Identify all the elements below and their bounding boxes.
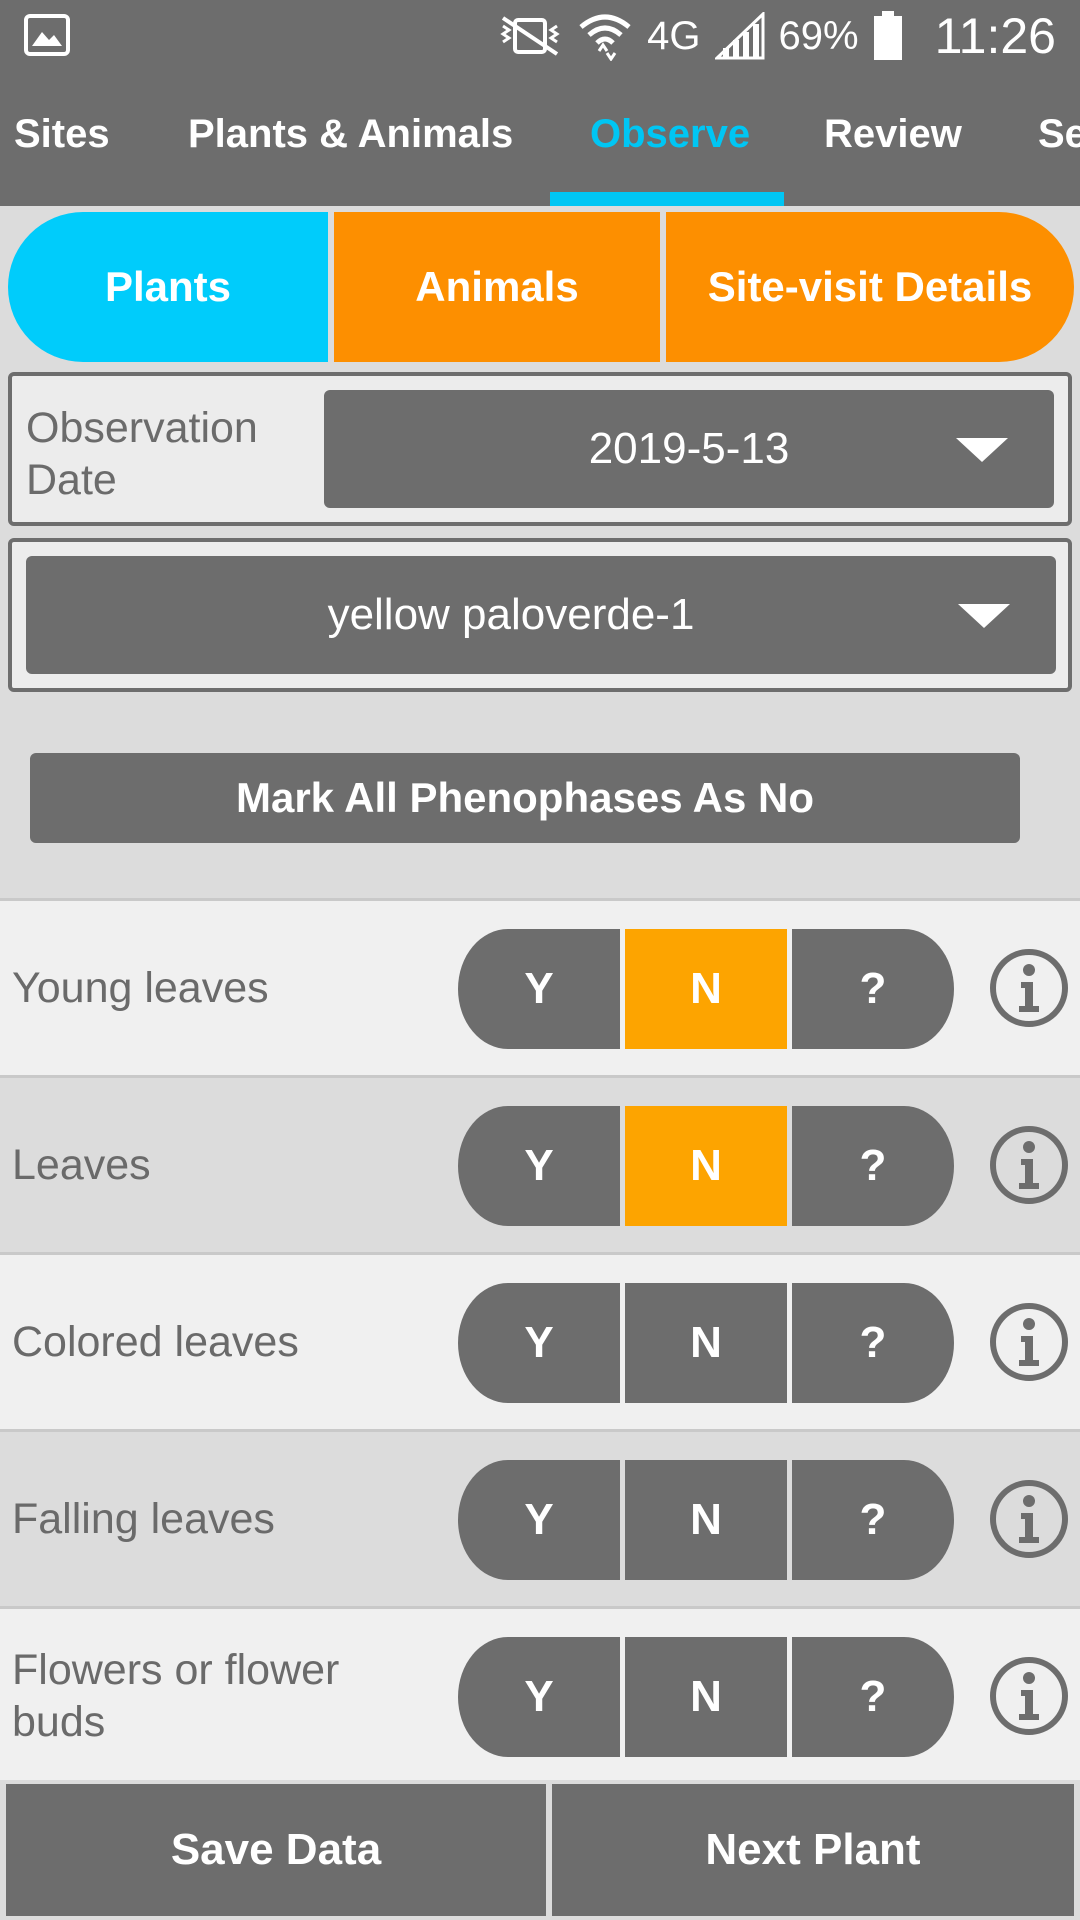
phenophase-row: Falling leaves Y N ? [0,1429,1080,1606]
chevron-down-icon [956,438,1008,462]
vibrate-mute-icon [500,16,560,56]
unknown-button[interactable]: ? [792,1283,954,1403]
observation-date-value: 2019-5-13 [588,424,790,473]
observation-date-dropdown[interactable]: 2019-5-13 [324,390,1054,508]
no-button[interactable]: N [625,929,787,1049]
tab-settings[interactable]: Se [1038,72,1080,206]
phenophase-label: Flowers or flower buds [12,1646,340,1746]
no-button[interactable]: N [625,1637,787,1757]
unknown-button[interactable]: ? [792,929,954,1049]
unknown-button[interactable]: ? [792,1460,954,1580]
bottom-action-bar: Save Data Next Plant [0,1780,1080,1920]
tab-observe[interactable]: Observe [590,72,750,206]
yes-button[interactable]: Y [458,1106,620,1226]
gallery-icon [24,14,70,56]
network-label: 4G [647,13,701,58]
tab-indicator [550,192,784,206]
no-button[interactable]: N [625,1460,787,1580]
clock: 11:26 [934,8,1056,64]
info-icon[interactable] [989,1125,1069,1205]
plant-dropdown[interactable]: yellow paloverde-1 [26,556,1056,674]
battery-percent: 69% [778,13,859,58]
yes-button[interactable]: Y [458,1637,620,1757]
info-icon[interactable] [989,1479,1069,1559]
phenophase-label: Falling leaves [12,1495,275,1543]
observation-date-label: Observation Date [26,404,258,504]
yes-no-unknown-toggle: Y N ? [458,1106,954,1226]
battery-icon [873,11,902,60]
tab-sites[interactable]: Sites [14,72,110,206]
phenophase-label: Colored leaves [12,1318,299,1366]
phenophase-row: Colored leaves Y N ? [0,1252,1080,1429]
signal-icon [714,12,765,60]
yes-button[interactable]: Y [458,1283,620,1403]
info-icon[interactable] [989,948,1069,1028]
no-button[interactable]: N [625,1283,787,1403]
yes-button[interactable]: Y [458,1460,620,1580]
no-button[interactable]: N [625,1106,787,1226]
yes-no-unknown-toggle: Y N ? [458,929,954,1049]
yes-no-unknown-toggle: Y N ? [458,1283,954,1403]
phenophase-label: Young leaves [12,964,269,1012]
segment-animals[interactable]: Animals [334,212,660,362]
yes-no-unknown-toggle: Y N ? [458,1637,954,1757]
info-icon[interactable] [989,1656,1069,1736]
phenophase-row: Flowers or flower buds Y N ? [0,1606,1080,1783]
plant-dropdown-value: yellow paloverde-1 [327,590,695,639]
chevron-down-icon [958,604,1010,628]
save-data-button[interactable]: Save Data [6,1784,546,1916]
yes-button[interactable]: Y [458,929,620,1049]
segment-site-visit-details[interactable]: Site-visit Details [666,212,1074,362]
info-icon[interactable] [989,1302,1069,1382]
mark-all-no-button[interactable]: Mark All Phenophases As No [30,753,1020,843]
phenophase-label: Leaves [12,1141,151,1189]
phenophase-list: Young leaves Y N ? Leaves Y N ? Colored … [0,898,1080,1783]
top-tab-bar: Sites Plants & Animals Observe Review Se [0,72,1080,206]
observation-date-panel: Observation Date 2019-5-13 [8,372,1072,526]
tab-review[interactable]: Review [824,72,962,206]
phenophase-row: Leaves Y N ? [0,1075,1080,1252]
tab-plants-animals[interactable]: Plants & Animals [188,72,513,206]
status-icons: 4G 69% 11:26 [497,0,1056,72]
wifi-icon [579,14,631,61]
yes-no-unknown-toggle: Y N ? [458,1460,954,1580]
observe-segment-control: Plants Animals Site-visit Details [8,212,1074,362]
unknown-button[interactable]: ? [792,1106,954,1226]
phenophase-row: Young leaves Y N ? [0,898,1080,1075]
status-bar: 4G 69% 11:26 [0,0,1080,72]
unknown-button[interactable]: ? [792,1637,954,1757]
next-plant-button[interactable]: Next Plant [552,1784,1074,1916]
plant-selector-panel: yellow paloverde-1 [8,538,1072,692]
segment-plants[interactable]: Plants [8,212,328,362]
